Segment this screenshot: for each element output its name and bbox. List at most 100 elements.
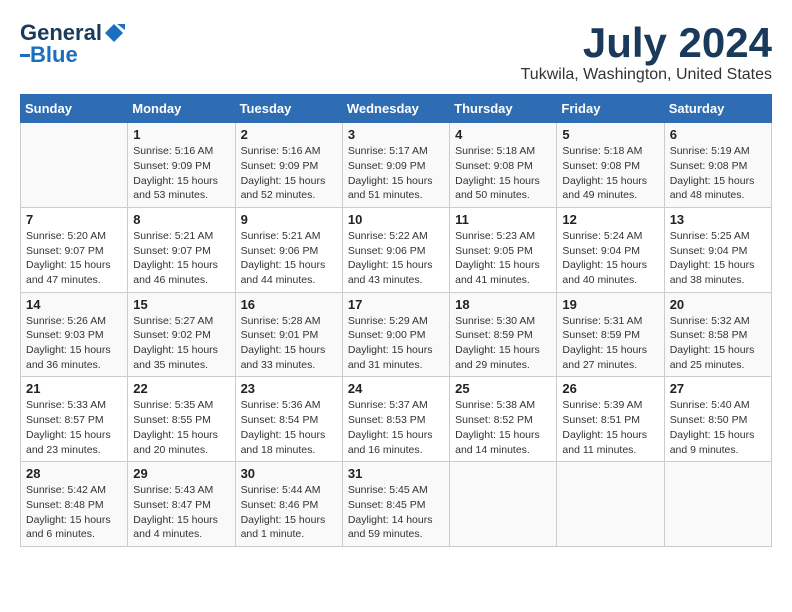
- logo-icon: [103, 22, 125, 44]
- day-info: Sunrise: 5:20 AMSunset: 9:07 PMDaylight:…: [26, 229, 122, 288]
- day-number: 16: [241, 297, 337, 312]
- calendar-cell: 16Sunrise: 5:28 AMSunset: 9:01 PMDayligh…: [235, 292, 342, 377]
- calendar-week-row: 28 Sunrise: 5:42 AMSunset: 8:48 PMDayligh…: [21, 462, 772, 547]
- day-info: Sunrise: 5:37 AMSunset: 8:53 PMDaylight:…: [348, 398, 444, 457]
- day-info: Sunrise: 5:44 AMSunset: 8:46 PMDaylight:…: [241, 483, 337, 542]
- day-number: 22: [133, 381, 229, 396]
- day-number: 20: [670, 297, 766, 312]
- day-number: 1: [133, 127, 229, 142]
- calendar-subtitle: Tukwila, Washington, United States: [521, 66, 772, 84]
- calendar-header-monday: Monday: [128, 95, 235, 123]
- day-number: 15: [133, 297, 229, 312]
- calendar-cell: [557, 462, 664, 547]
- day-number: 5: [562, 127, 658, 142]
- day-info: Sunrise: 5:18 AMSunset: 9:08 PMDaylight:…: [562, 144, 658, 203]
- day-info: Sunrise: 5:17 AMSunset: 9:09 PMDaylight:…: [348, 144, 444, 203]
- calendar-cell: 9Sunrise: 5:21 AMSunset: 9:06 PMDaylight…: [235, 207, 342, 292]
- calendar-cell: 12 Sunrise: 5:24 AMSunset: 9:04 PMDayligh…: [557, 207, 664, 292]
- day-info: Sunrise: 5:19 AMSunset: 9:08 PMDaylight:…: [670, 144, 766, 203]
- day-info: Sunrise: 5:18 AMSunset: 9:08 PMDaylight:…: [455, 144, 551, 203]
- day-info: Sunrise: 5:35 AMSunset: 8:55 PMDaylight:…: [133, 398, 229, 457]
- calendar-cell: [450, 462, 557, 547]
- day-number: 9: [241, 212, 337, 227]
- calendar-cell: 6 Sunrise: 5:19 AMSunset: 9:08 PMDaylight…: [664, 123, 771, 208]
- day-number: 4: [455, 127, 551, 142]
- calendar-cell: 26 Sunrise: 5:39 AMSunset: 8:51 PMDayligh…: [557, 377, 664, 462]
- day-number: 3: [348, 127, 444, 142]
- day-info: Sunrise: 5:42 AMSunset: 8:48 PMDaylight:…: [26, 483, 122, 542]
- calendar-week-row: 14 Sunrise: 5:26 AMSunset: 9:03 PMDayligh…: [21, 292, 772, 377]
- calendar-header-thursday: Thursday: [450, 95, 557, 123]
- calendar-cell: 19Sunrise: 5:31 AMSunset: 8:59 PMDayligh…: [557, 292, 664, 377]
- day-info: Sunrise: 5:45 AMSunset: 8:45 PMDaylight:…: [348, 483, 444, 542]
- day-info: Sunrise: 5:36 AMSunset: 8:54 PMDaylight:…: [241, 398, 337, 457]
- day-number: 2: [241, 127, 337, 142]
- calendar-week-row: 21 Sunrise: 5:33 AMSunset: 8:57 PMDayligh…: [21, 377, 772, 462]
- title-area: July 2024 Tukwila, Washington, United St…: [521, 20, 772, 84]
- day-info: Sunrise: 5:21 AMSunset: 9:07 PMDaylight:…: [133, 229, 229, 288]
- calendar-header-saturday: Saturday: [664, 95, 771, 123]
- calendar-cell: 17Sunrise: 5:29 AMSunset: 9:00 PMDayligh…: [342, 292, 449, 377]
- logo: General Blue: [20, 20, 125, 66]
- day-number: 30: [241, 466, 337, 481]
- day-info: Sunrise: 5:16 AMSunset: 9:09 PMDaylight:…: [241, 144, 337, 203]
- day-info: Sunrise: 5:25 AMSunset: 9:04 PMDaylight:…: [670, 229, 766, 288]
- day-info: Sunrise: 5:16 AMSunset: 9:09 PMDaylight:…: [133, 144, 229, 203]
- calendar-cell: 3 Sunrise: 5:17 AMSunset: 9:09 PMDaylight…: [342, 123, 449, 208]
- day-number: 29: [133, 466, 229, 481]
- calendar-table: SundayMondayTuesdayWednesdayThursdayFrid…: [20, 94, 772, 547]
- day-number: 12: [562, 212, 658, 227]
- calendar-cell: [21, 123, 128, 208]
- day-number: 8: [133, 212, 229, 227]
- day-number: 6: [670, 127, 766, 142]
- day-number: 14: [26, 297, 122, 312]
- calendar-cell: 5 Sunrise: 5:18 AMSunset: 9:08 PMDaylight…: [557, 123, 664, 208]
- day-number: 13: [670, 212, 766, 227]
- day-info: Sunrise: 5:22 AMSunset: 9:06 PMDaylight:…: [348, 229, 444, 288]
- calendar-cell: 13 Sunrise: 5:25 AMSunset: 9:04 PMDayligh…: [664, 207, 771, 292]
- day-info: Sunrise: 5:38 AMSunset: 8:52 PMDaylight:…: [455, 398, 551, 457]
- day-info: Sunrise: 5:24 AMSunset: 9:04 PMDaylight:…: [562, 229, 658, 288]
- calendar-cell: 28 Sunrise: 5:42 AMSunset: 8:48 PMDayligh…: [21, 462, 128, 547]
- calendar-cell: 4 Sunrise: 5:18 AMSunset: 9:08 PMDaylight…: [450, 123, 557, 208]
- calendar-cell: 18Sunrise: 5:30 AMSunset: 8:59 PMDayligh…: [450, 292, 557, 377]
- day-number: 26: [562, 381, 658, 396]
- day-info: Sunrise: 5:43 AMSunset: 8:47 PMDaylight:…: [133, 483, 229, 542]
- day-info: Sunrise: 5:33 AMSunset: 8:57 PMDaylight:…: [26, 398, 122, 457]
- day-info: Sunrise: 5:27 AMSunset: 9:02 PMDaylight:…: [133, 314, 229, 373]
- calendar-header-sunday: Sunday: [21, 95, 128, 123]
- calendar-header-tuesday: Tuesday: [235, 95, 342, 123]
- calendar-week-row: 1 Sunrise: 5:16 AMSunset: 9:09 PMDaylight…: [21, 123, 772, 208]
- calendar-cell: 25 Sunrise: 5:38 AMSunset: 8:52 PMDayligh…: [450, 377, 557, 462]
- calendar-cell: 10 Sunrise: 5:22 AMSunset: 9:06 PMDayligh…: [342, 207, 449, 292]
- calendar-cell: 7Sunrise: 5:20 AMSunset: 9:07 PMDaylight…: [21, 207, 128, 292]
- day-number: 10: [348, 212, 444, 227]
- calendar-week-row: 7Sunrise: 5:20 AMSunset: 9:07 PMDaylight…: [21, 207, 772, 292]
- calendar-cell: 8 Sunrise: 5:21 AMSunset: 9:07 PMDaylight…: [128, 207, 235, 292]
- calendar-cell: 21 Sunrise: 5:33 AMSunset: 8:57 PMDayligh…: [21, 377, 128, 462]
- calendar-header-friday: Friday: [557, 95, 664, 123]
- day-info: Sunrise: 5:39 AMSunset: 8:51 PMDaylight:…: [562, 398, 658, 457]
- calendar-cell: 27Sunrise: 5:40 AMSunset: 8:50 PMDayligh…: [664, 377, 771, 462]
- day-number: 17: [348, 297, 444, 312]
- day-number: 18: [455, 297, 551, 312]
- calendar-cell: 2 Sunrise: 5:16 AMSunset: 9:09 PMDaylight…: [235, 123, 342, 208]
- day-number: 31: [348, 466, 444, 481]
- logo-blue: Blue: [30, 44, 78, 66]
- calendar-cell: 15 Sunrise: 5:27 AMSunset: 9:02 PMDayligh…: [128, 292, 235, 377]
- day-number: 21: [26, 381, 122, 396]
- calendar-cell: 31 Sunrise: 5:45 AMSunset: 8:45 PMDayligh…: [342, 462, 449, 547]
- day-info: Sunrise: 5:32 AMSunset: 8:58 PMDaylight:…: [670, 314, 766, 373]
- day-number: 27: [670, 381, 766, 396]
- calendar-cell: 1 Sunrise: 5:16 AMSunset: 9:09 PMDaylight…: [128, 123, 235, 208]
- page-header: General Blue July 2024 Tukwila, Washingt…: [20, 20, 772, 84]
- day-info: Sunrise: 5:23 AMSunset: 9:05 PMDaylight:…: [455, 229, 551, 288]
- day-info: Sunrise: 5:26 AMSunset: 9:03 PMDaylight:…: [26, 314, 122, 373]
- calendar-cell: 24Sunrise: 5:37 AMSunset: 8:53 PMDayligh…: [342, 377, 449, 462]
- day-number: 25: [455, 381, 551, 396]
- calendar-cell: 22 Sunrise: 5:35 AMSunset: 8:55 PMDayligh…: [128, 377, 235, 462]
- calendar-header-row: SundayMondayTuesdayWednesdayThursdayFrid…: [21, 95, 772, 123]
- day-number: 28: [26, 466, 122, 481]
- calendar-header-wednesday: Wednesday: [342, 95, 449, 123]
- day-info: Sunrise: 5:31 AMSunset: 8:59 PMDaylight:…: [562, 314, 658, 373]
